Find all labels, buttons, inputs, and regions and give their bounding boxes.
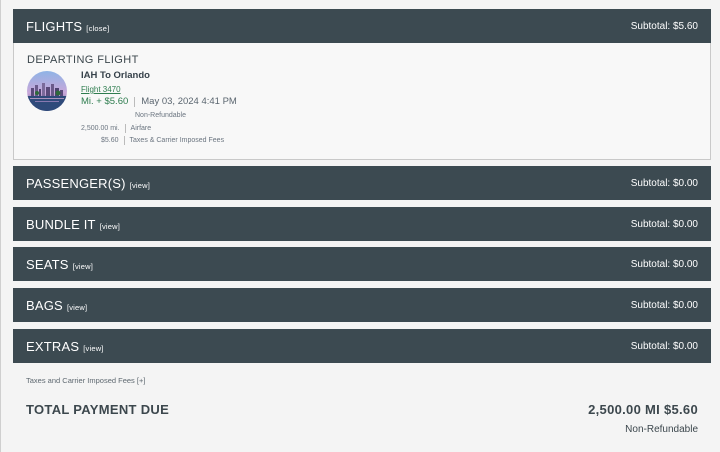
seats-title-wrap: SEATS [view] (26, 257, 93, 272)
fees-label: Taxes & Carrier Imposed Fees (129, 137, 225, 144)
airfare-label: Airfare (130, 125, 152, 132)
divider (124, 124, 126, 133)
extras-title: EXTRAS (26, 338, 80, 354)
bundle-title: BUNDLE IT (26, 216, 96, 232)
bundle-title-wrap: BUNDLE IT [view] (26, 217, 120, 232)
flight-price: Mi. + $5.60 (81, 96, 129, 107)
total-payment-amount: 2,500.00 MI $5.60 (588, 402, 698, 417)
bags-view-toggle[interactable]: [view] (67, 303, 87, 312)
divider (123, 136, 125, 145)
passengers-section-header[interactable]: PASSENGER(S) [view] Subtotal: $0.00 (13, 166, 711, 200)
flights-title-wrap: FLIGHTS [close] (26, 19, 109, 34)
flights-subtotal: Subtotal: $5.60 (630, 20, 698, 32)
tax-fees-note: Taxes and Carrier Imposed Fees [+] (26, 375, 146, 386)
flights-close-toggle[interactable]: [close] (86, 24, 109, 33)
fees-amount: $5.60 (101, 137, 119, 144)
bags-subtotal: Subtotal: $0.00 (630, 299, 698, 311)
page-left-border (0, 0, 1, 452)
passengers-view-toggle[interactable]: [view] (130, 181, 150, 190)
extras-subtotal: Subtotal: $0.00 (630, 340, 698, 352)
flight-details-panel: DEPARTING FLIGHT IAH To Orlando Flight 3… (13, 43, 711, 160)
divider (134, 96, 136, 107)
seats-title: SEATS (26, 256, 69, 272)
bundle-subtotal: Subtotal: $0.00 (630, 218, 698, 230)
seats-subtotal: Subtotal: $0.00 (630, 258, 698, 270)
bags-title-wrap: BAGS [view] (26, 298, 87, 313)
extras-title-wrap: EXTRAS [view] (26, 339, 104, 354)
flights-section-header[interactable]: FLIGHTS [close] Subtotal: $5.60 (13, 9, 711, 43)
departing-flight-title: DEPARTING FLIGHT (27, 54, 139, 66)
extras-section-header[interactable]: EXTRAS [view] Subtotal: $0.00 (13, 329, 711, 363)
extras-view-toggle[interactable]: [view] (83, 344, 103, 353)
passengers-title: PASSENGER(S) (26, 175, 126, 191)
bundle-view-toggle[interactable]: [view] (100, 222, 120, 231)
bags-title: BAGS (26, 297, 63, 313)
seats-section-header[interactable]: SEATS [view] Subtotal: $0.00 (13, 247, 711, 281)
flight-date: May 03, 2024 4:41 PM (141, 96, 237, 107)
bags-section-header[interactable]: BAGS [view] Subtotal: $0.00 (13, 288, 711, 322)
non-refundable-note: Non-Refundable (135, 112, 186, 119)
flights-title: FLIGHTS (26, 18, 83, 34)
total-non-refundable-note: Non-Refundable (625, 424, 698, 435)
flight-route: IAH To Orlando (81, 70, 150, 81)
fees-row: $5.60 Taxes & Carrier Imposed Fees (101, 136, 224, 145)
destination-thumbnail (27, 71, 67, 111)
passengers-title-wrap: PASSENGER(S) [view] (26, 176, 150, 191)
seats-view-toggle[interactable]: [view] (73, 262, 93, 271)
flight-price-line: Mi. + $5.60 May 03, 2024 4:41 PM (81, 96, 237, 107)
total-payment-label: TOTAL PAYMENT DUE (26, 402, 170, 417)
tax-fees-text: Taxes and Carrier Imposed Fees (26, 376, 135, 385)
airfare-amount: 2,500.00 mi. (81, 125, 120, 132)
tax-fees-expand-toggle[interactable]: [+] (137, 376, 146, 385)
airfare-row: 2,500.00 mi. Airfare (81, 124, 151, 133)
bundle-section-header[interactable]: BUNDLE IT [view] Subtotal: $0.00 (13, 207, 711, 241)
orlando-skyline-image (27, 71, 67, 111)
passengers-subtotal: Subtotal: $0.00 (630, 177, 698, 189)
flight-number-link[interactable]: Flight 3470 (81, 85, 121, 94)
